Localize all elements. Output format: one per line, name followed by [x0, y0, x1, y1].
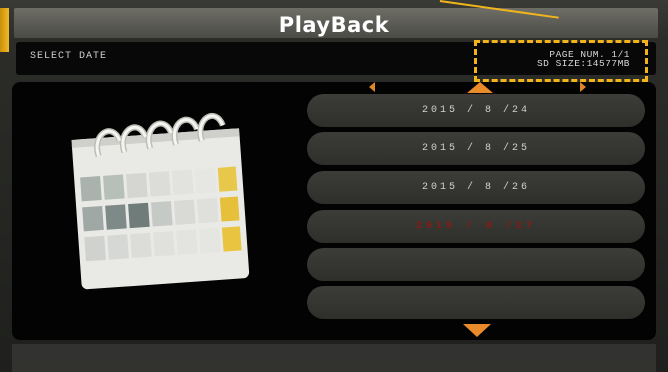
highlight-box: [474, 40, 648, 82]
calendar-icon: [71, 112, 250, 290]
select-date-label: SELECT DATE: [30, 51, 108, 62]
date-item-3[interactable]: 2015 / 8 /26: [307, 171, 645, 204]
footer-strip: [12, 344, 656, 372]
date-item-2[interactable]: 2015 / 8 /25: [307, 132, 645, 165]
arrow-left-icon[interactable]: [369, 82, 375, 92]
date-item-1[interactable]: 2015 / 8 /24: [307, 94, 645, 127]
arrow-right-icon[interactable]: [580, 82, 586, 92]
arrow-down-icon[interactable]: [463, 324, 491, 337]
page-title: PlayBack: [278, 13, 390, 37]
date-item-6[interactable]: [307, 286, 645, 319]
arrow-up-icon[interactable]: [467, 82, 493, 93]
date-item-5[interactable]: [307, 248, 645, 281]
date-item-4-selected[interactable]: 2015 / 8 /27: [307, 210, 645, 243]
